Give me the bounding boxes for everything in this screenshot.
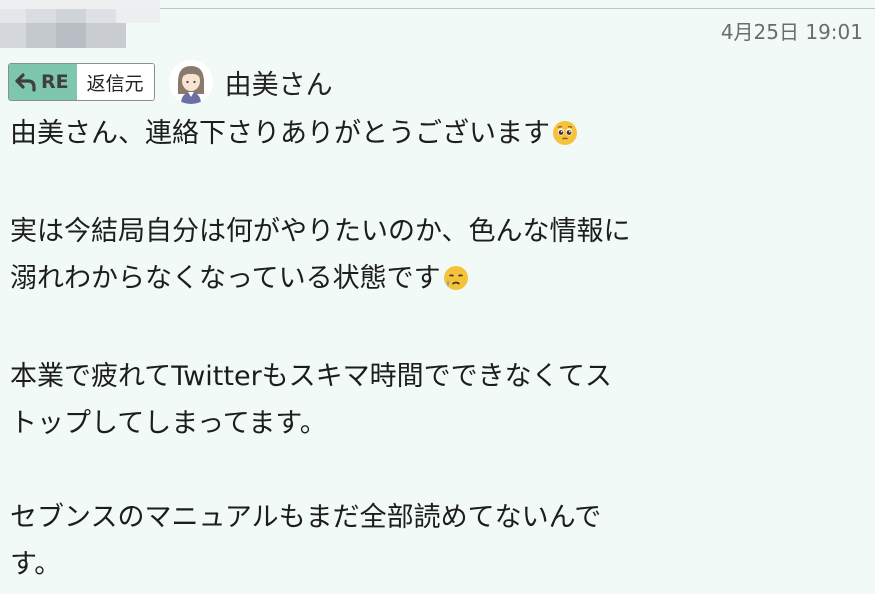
sad-sweat-face-icon [443,259,469,306]
reply-source-button[interactable]: RE 返信元 [8,63,155,101]
re-label: RE [41,71,69,93]
source-label: 返信元 [76,64,154,100]
line-text: セブンスのマニュアルもまだ全部読めてないんで [10,502,602,533]
message-header: RE 返信元 由美さん [8,60,333,104]
line-text: 由美さん、連絡下さりありがとうございます [10,118,550,149]
line-text: 溺れわからなくなっている状態です [10,263,441,294]
message-body: 由美さん、連絡下さりありがとうございます 実は今結局自分は何がやりたいのか、色ん… [10,110,860,588]
message-line: 由美さん、連絡下さりありがとうございます [10,110,860,161]
message-line: トップしてしまってます。 [10,400,860,447]
message-line: 実は今結局自分は何がやりたいのか、色んな情報に [10,208,860,255]
line-text: す。 [10,549,62,580]
message-timestamp: 4月25日 19:01 [720,20,863,44]
message-line: 本業で疲れてTwitterもスキマ時間でできなくてス [10,353,860,400]
line-text: 本業で疲れてTwitterもスキマ時間でできなくてス [10,361,612,392]
message-line: す。 [10,541,860,588]
line-text: 実は今結局自分は何がやりたいのか、色んな情報に [10,216,631,247]
message-line: セブンスのマニュアルもまだ全部読めてないんで [10,494,860,541]
re-label-area: RE [9,64,77,100]
reply-arrow-icon [15,73,36,92]
sender-name: 由美さん [224,69,333,101]
message-line: 溺れわからなくなっている状態です [10,255,860,306]
avatar[interactable] [168,60,213,104]
line-text: トップしてしまってます。 [10,408,327,439]
user-avatar-icon [168,60,213,104]
blurred-area [0,0,160,48]
message-panel: 4月25日 19:01 RE 返信元 由美さん 由美さん、連絡下さりありがとうご… [0,0,875,594]
pleading-face-icon [552,114,578,161]
